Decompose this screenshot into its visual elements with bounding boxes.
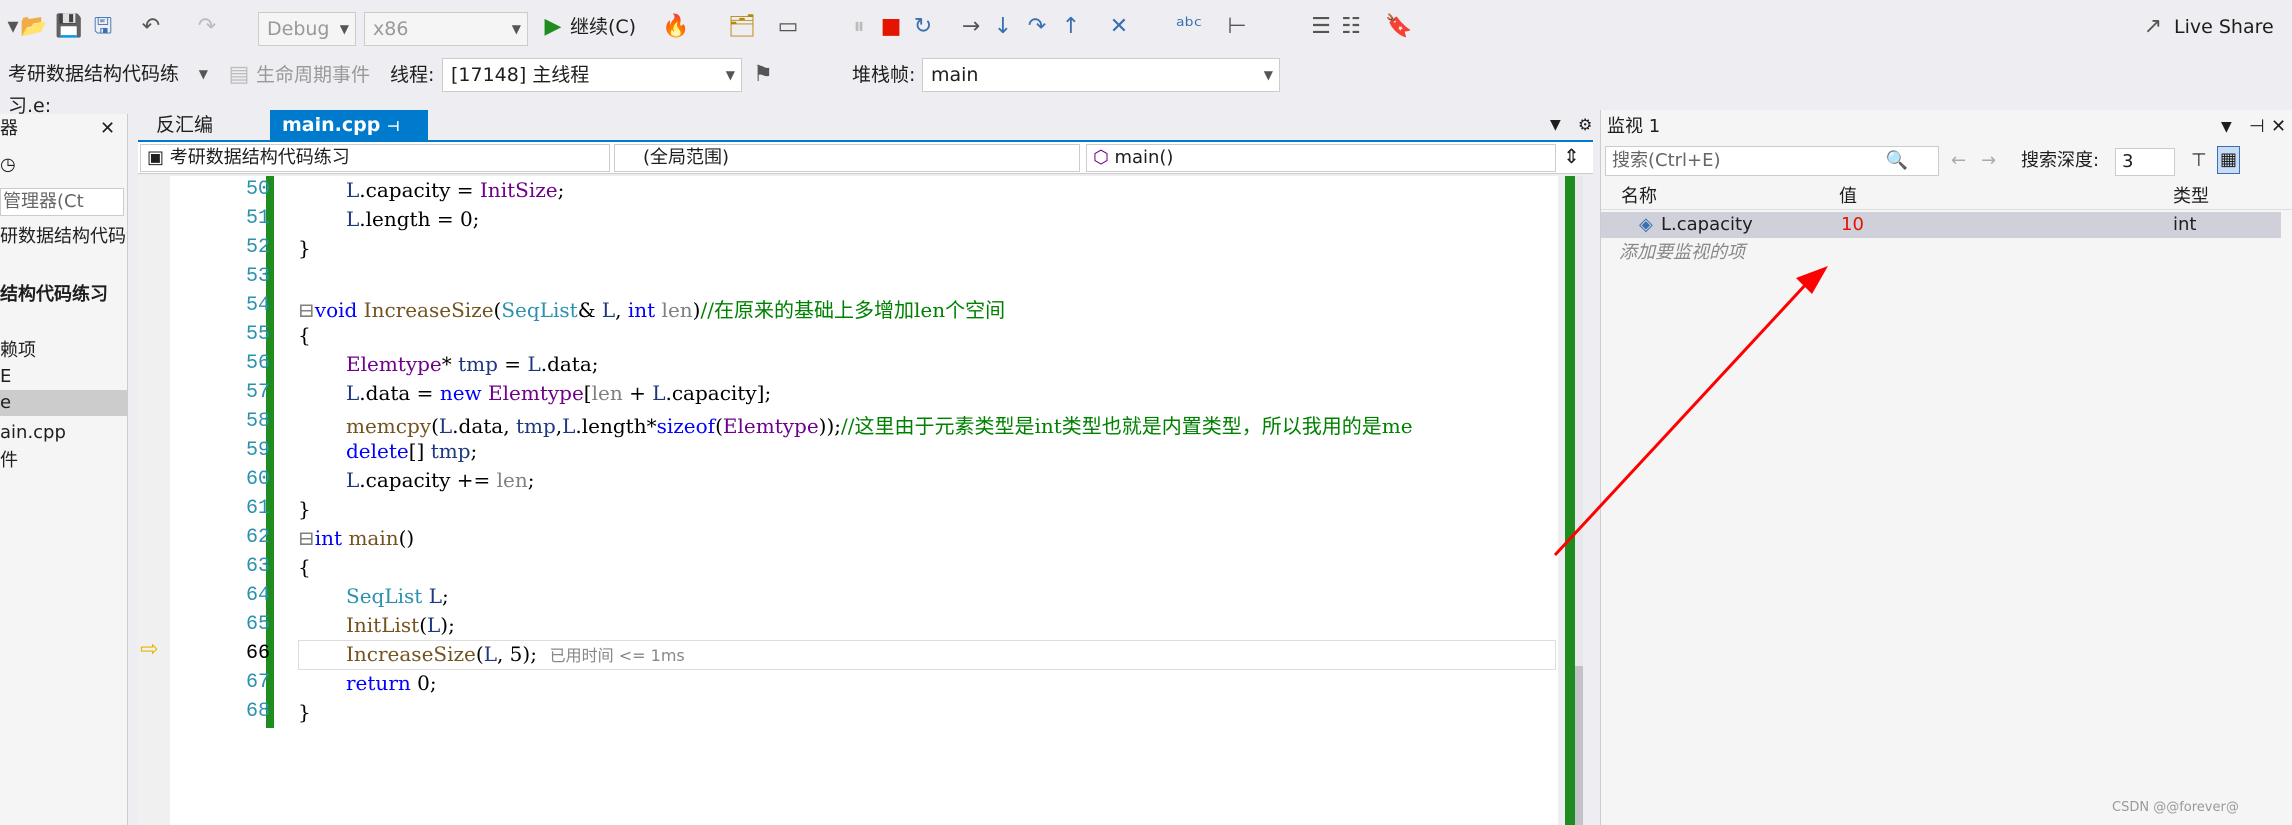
- watermark: CSDN @@forever@: [2112, 800, 2239, 815]
- arrow-line: [1553, 280, 1810, 557]
- annotation-arrow: [1553, 266, 1828, 557]
